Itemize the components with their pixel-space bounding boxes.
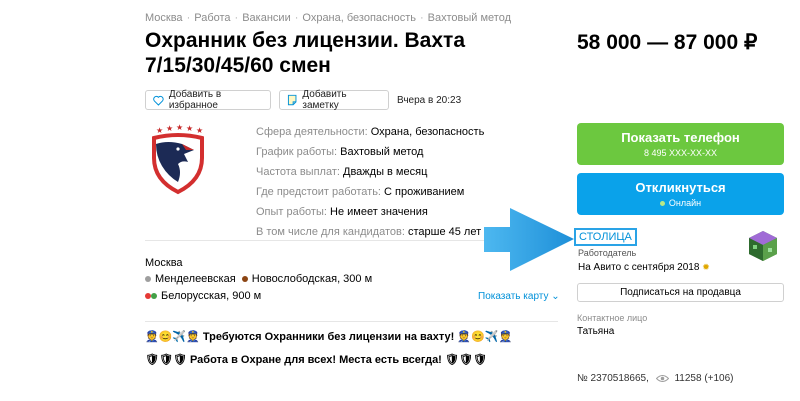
seller-avatar[interactable] (748, 230, 778, 262)
note-icon (287, 94, 297, 106)
online-label: Онлайн (668, 198, 702, 208)
chevron-down-icon: ⌄ (551, 291, 560, 302)
views-count: 11258 (+106) (674, 373, 734, 384)
respond-label: Откликнуться (635, 180, 726, 195)
breadcrumb-item[interactable]: Охрана, безопасность (302, 12, 416, 24)
svg-text:★: ★ (186, 124, 193, 133)
metro-station: Менделеевская (155, 273, 236, 285)
guard-emoji-icon: 👮😊✈️👮 (145, 331, 200, 343)
price: 58 000 — 87 000 ₽ (577, 31, 758, 54)
add-favorite-label: Добавить в избранное (168, 89, 222, 111)
contact-name: Татьяна (577, 326, 615, 337)
seller-since-text: На Авито с сентября 2018 (578, 262, 700, 273)
show-map-link[interactable]: Показать карту ⌄ (478, 291, 560, 302)
param-label: Где предстоит работать: (256, 186, 381, 198)
contact-label: Контактное лицо (577, 313, 648, 323)
metro-line-dot (145, 276, 151, 283)
param-value: Дважды в месяц (343, 166, 428, 178)
param-row: Частота выплат: Дважды в месяц (256, 162, 484, 182)
param-value: Вахтовый метод (340, 146, 424, 158)
breadcrumb-separator: · (420, 12, 424, 24)
add-note-button[interactable]: Добавить заметку (279, 89, 389, 111)
param-value: Охрана, безопасность (370, 126, 485, 138)
show-phone-button[interactable]: Показать телефон 8 495 XXX-XX-XX (577, 123, 784, 165)
shield-emoji-icon: 🛡🛡🛡 (444, 354, 487, 366)
metro-stations-row: Менделеевская Новослободская, 300 м (145, 273, 372, 285)
online-dot-icon (659, 201, 665, 207)
param-label: В том числе для кандидатов: (256, 226, 405, 238)
seller-role: Работодатель (578, 248, 637, 258)
publish-date: Вчера в 20:23 (397, 95, 462, 106)
shield-emoji-icon: 🛡🛡🛡 (145, 354, 187, 366)
svg-text:★: ★ (166, 124, 173, 133)
breadcrumb-item[interactable]: Москва (145, 12, 183, 24)
svg-text:★: ★ (156, 126, 163, 135)
param-row: Сфера деятельности: Охрана, безопасность (256, 122, 484, 142)
svg-text:★: ★ (176, 124, 183, 132)
online-status: Онлайн (577, 198, 784, 208)
breadcrumb-item[interactable]: Вахтовый метод (428, 12, 511, 24)
seller-since: На Авито с сентября 2018 ✹ (578, 262, 710, 273)
show-map-label: Показать карту (478, 291, 549, 302)
param-label: Опыт работы: (256, 206, 327, 218)
guard-emoji-icon: 👮😊✈️👮 (457, 331, 513, 343)
breadcrumb-item[interactable]: Вакансии (242, 12, 291, 24)
divider (145, 321, 558, 322)
svg-text:★: ★ (196, 126, 203, 135)
seller-name-link[interactable]: СТОЛИЦА (574, 228, 637, 246)
breadcrumb: Москва · Работа · Вакансии · Охрана, безопасно… (145, 12, 511, 24)
metro-stations-row: Белорусская, 900 м (145, 290, 261, 302)
param-value: С проживанием (384, 186, 465, 198)
respond-button[interactable]: Откликнуться Онлайн (577, 173, 784, 215)
phone-masked: 8 495 XXX-XX-XX (643, 148, 718, 158)
page-title: Охранник без лицензии. Вахта 7/15/30/45/… (145, 29, 466, 77)
heart-icon (153, 95, 164, 106)
add-note-label: Добавить заметку (302, 89, 347, 111)
show-phone-label: Показать телефон (621, 130, 740, 145)
listing-id: № 2370518665, (577, 373, 649, 384)
param-row: График работы: Вахтовый метод (256, 142, 484, 162)
param-label: График работы: (256, 146, 338, 158)
medal-icon: ✹ (702, 262, 710, 272)
metro-station: Белорусская, 900 м (161, 290, 262, 302)
add-favorite-button[interactable]: Добавить в избранное (145, 89, 271, 111)
promo-text: Требуются Охранники без лицензии на вахт… (202, 331, 455, 343)
promo-line: 👮😊✈️👮 Требуются Охранники без лицензии н… (145, 330, 512, 343)
subscribe-seller-button[interactable]: Подписаться на продавца (577, 283, 784, 302)
eagle-shield-logo: ★ ★ ★ ★ ★ (152, 124, 204, 195)
listing-stats: № 2370518665, 11258 (+106) (577, 373, 734, 384)
metro-line-dot (241, 276, 248, 283)
breadcrumb-item[interactable]: Работа (194, 12, 230, 24)
breadcrumb-separator: · (294, 12, 299, 24)
promo-text: Работа в Охране для всех! Места есть все… (189, 354, 442, 366)
param-row: Где предстоит работать: С проживанием (256, 182, 484, 202)
param-label: Частота выплат: (256, 166, 340, 178)
breadcrumb-separator: · (186, 12, 191, 24)
breadcrumb-separator: · (234, 12, 239, 24)
metro-line-dot (151, 293, 157, 300)
promo-line: 🛡🛡🛡 Работа в Охране для всех! Места есть… (145, 353, 487, 366)
eye-icon (655, 374, 669, 382)
metro-station: Новослободская, 300 м (251, 273, 373, 285)
annotation-arrow-icon (484, 208, 574, 271)
city: Москва (145, 257, 183, 269)
param-label: Сфера деятельности: (256, 126, 368, 138)
